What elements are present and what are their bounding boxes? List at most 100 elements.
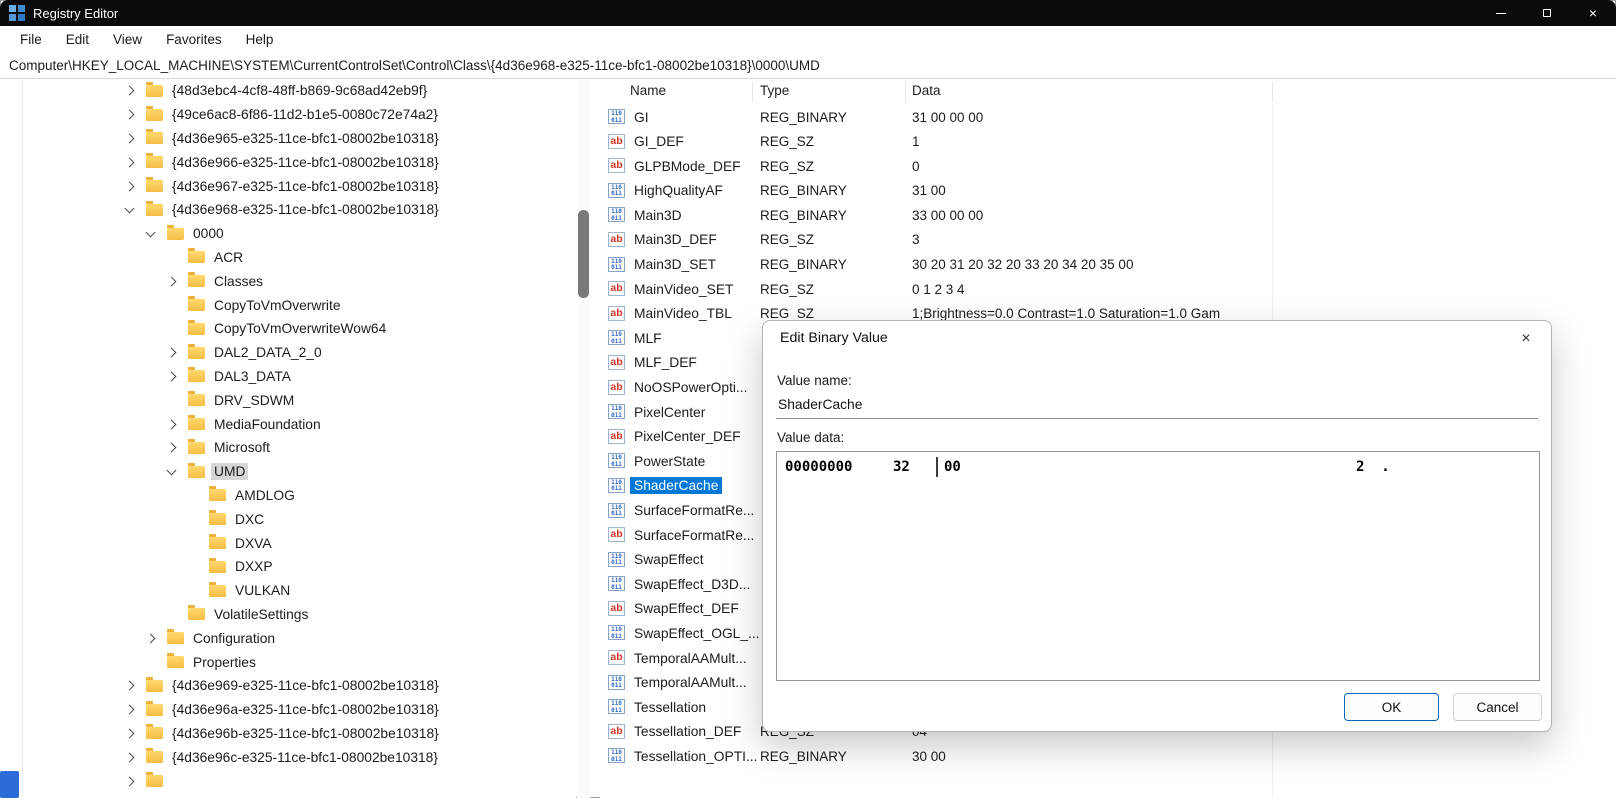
list-row[interactable]: abGI_DEFREG_SZ1 xyxy=(600,130,1616,155)
ok-button[interactable]: OK xyxy=(1344,693,1439,721)
tree-scrollbar-thumb[interactable] xyxy=(578,210,589,298)
tree-item[interactable]: {49ce6ac8-6f86-11d2-b1e5-0080c72e74a2} xyxy=(0,103,576,127)
tree-item[interactable]: Classes xyxy=(0,269,576,293)
tree-item[interactable]: {4d36e96a-e325-11ce-bfc1-08002be10318} xyxy=(0,698,576,722)
folder-icon xyxy=(146,751,163,763)
menu-item-help[interactable]: Help xyxy=(234,28,286,51)
value-data: 3 xyxy=(912,232,1610,247)
tree-item[interactable]: DXC xyxy=(0,507,576,531)
tree-item[interactable]: CopyToVmOverwrite xyxy=(0,293,576,317)
chevron-glyph xyxy=(125,110,135,120)
list-row[interactable]: abGLPBMode_DEFREG_SZ0 xyxy=(600,154,1616,179)
list-row[interactable]: abMain3D_DEFREG_SZ3 xyxy=(600,228,1616,253)
value-type: REG_SZ xyxy=(760,306,814,321)
dialog-close-button[interactable]: × xyxy=(1511,326,1541,352)
list-row[interactable]: 110 011Main3DREG_BINARY33 00 00 00 xyxy=(600,203,1616,228)
hex-byte: 00 xyxy=(944,459,961,475)
chevron-right-icon[interactable] xyxy=(126,159,146,166)
chevron-right-icon[interactable] xyxy=(126,730,146,737)
tree-item[interactable]: {4d36e966-e325-11ce-bfc1-08002be10318} xyxy=(0,150,576,174)
tree-item[interactable]: UMD xyxy=(0,460,576,484)
column-header-data[interactable]: Data xyxy=(912,83,941,98)
reg-binary-icon: 110 011 xyxy=(608,330,625,345)
chevron-right-icon[interactable] xyxy=(168,444,188,451)
tree-item[interactable]: Microsoft xyxy=(0,436,576,460)
folder-icon xyxy=(188,299,205,311)
chevron-right-icon[interactable] xyxy=(126,87,146,94)
close-button[interactable]: × xyxy=(1570,0,1616,26)
chevron-down-icon[interactable] xyxy=(126,208,146,212)
tree-item[interactable]: {4d36e969-e325-11ce-bfc1-08002be10318} xyxy=(0,674,576,698)
list-row[interactable]: 110 011Main3D_SETREG_BINARY30 20 31 20 3… xyxy=(600,253,1616,278)
tree-item[interactable]: VolatileSettings xyxy=(0,603,576,627)
tree-item[interactable]: VULKAN xyxy=(0,579,576,603)
value-type: REG_SZ xyxy=(760,134,814,149)
tree-item[interactable]: DAL3_DATA xyxy=(0,365,576,389)
tree-item[interactable]: {4d36e967-e325-11ce-bfc1-08002be10318} xyxy=(0,174,576,198)
folder-icon xyxy=(188,347,205,359)
tree-item[interactable]: {48d3ebc4-4cf8-48ff-b869-9c68ad42eb9f} xyxy=(0,79,576,103)
chevron-right-icon[interactable] xyxy=(126,706,146,713)
value-type: REG_SZ xyxy=(760,159,814,174)
tree-item[interactable]: {4d36e965-e325-11ce-bfc1-08002be10318} xyxy=(0,127,576,151)
menu-item-favorites[interactable]: Favorites xyxy=(154,28,234,51)
tree-item[interactable]: CopyToVmOverwriteWow64 xyxy=(0,317,576,341)
tree-item[interactable]: {4d36e968-e325-11ce-bfc1-08002be10318} xyxy=(0,198,576,222)
chevron-right-icon[interactable] xyxy=(168,421,188,428)
chevron-right-icon[interactable] xyxy=(126,111,146,118)
tree-item[interactable]: DRV_SDWM xyxy=(0,388,576,412)
tree-item[interactable]: DXVA xyxy=(0,531,576,555)
reg-sz-icon: ab xyxy=(608,380,625,395)
chevron-right-icon[interactable] xyxy=(147,635,167,642)
chevron-right-icon[interactable] xyxy=(168,349,188,356)
list-row[interactable]: 110 011HighQualityAFREG_BINARY31 00 xyxy=(600,179,1616,204)
tree-item[interactable]: ACR xyxy=(0,246,576,270)
column-header-name[interactable]: Name xyxy=(630,83,666,98)
chevron-glyph xyxy=(125,705,135,715)
tree-item[interactable]: Configuration xyxy=(0,626,576,650)
menu-item-file[interactable]: File xyxy=(8,28,54,51)
value-name: SwapEffect_DEF xyxy=(630,600,743,617)
chevron-right-icon[interactable] xyxy=(126,135,146,142)
value-name: Tessellation_OPTI... xyxy=(630,748,761,765)
hex-editor[interactable]: 00000000 3200 2 . xyxy=(776,451,1540,681)
reg-binary-icon: 110 011 xyxy=(608,478,625,493)
tree-item[interactable]: {4d36e96b-e325-11ce-bfc1-08002be10318} xyxy=(0,722,576,746)
chevron-down-icon[interactable] xyxy=(168,470,188,474)
chevron-right-icon[interactable] xyxy=(126,183,146,190)
tree-item[interactable]: {4d36e96c-e325-11ce-bfc1-08002be10318} xyxy=(0,745,576,769)
cancel-button[interactable]: Cancel xyxy=(1453,693,1542,721)
tree-item[interactable]: Properties xyxy=(0,650,576,674)
tree-item[interactable] xyxy=(0,769,576,793)
minimize-button[interactable] xyxy=(1478,0,1524,26)
chevron-down-icon[interactable] xyxy=(147,232,167,236)
chevron-glyph xyxy=(167,348,177,358)
chevron-right-icon[interactable] xyxy=(168,373,188,380)
chevron-right-icon[interactable] xyxy=(168,278,188,285)
tree-item-label: Properties xyxy=(190,654,259,671)
tree-item-label: {4d36e965-e325-11ce-bfc1-08002be10318} xyxy=(169,130,442,147)
chevron-right-icon[interactable] xyxy=(126,754,146,761)
value-name-field[interactable]: ShaderCache xyxy=(776,391,1538,419)
value-name: GI xyxy=(630,109,653,126)
address-bar[interactable]: Computer\HKEY_LOCAL_MACHINE\SYSTEM\Curre… xyxy=(0,53,1616,79)
tree-item-label xyxy=(169,780,175,782)
list-row[interactable]: 110 011GIREG_BINARY31 00 00 00 xyxy=(600,105,1616,130)
tree-item-label: AMDLOG xyxy=(232,487,298,504)
tree-scrollbar[interactable] xyxy=(577,79,590,798)
tree-item[interactable]: MediaFoundation xyxy=(0,412,576,436)
menu-item-view[interactable]: View xyxy=(101,28,154,51)
list-row[interactable]: 110 011Tessellation_OPTI...REG_BINARY30 … xyxy=(600,744,1616,769)
menu-item-edit[interactable]: Edit xyxy=(54,28,101,51)
tree-item[interactable]: 0000 xyxy=(0,222,576,246)
chevron-right-icon[interactable] xyxy=(126,682,146,689)
restore-button[interactable] xyxy=(1524,0,1570,26)
reg-binary-icon: 110 011 xyxy=(608,109,625,124)
tree-item[interactable]: DAL2_DATA_2_0 xyxy=(0,341,576,365)
column-header-type[interactable]: Type xyxy=(760,83,789,98)
chevron-right-icon[interactable] xyxy=(126,778,146,785)
tree-item[interactable]: AMDLOG xyxy=(0,484,576,508)
tree-item[interactable]: DXXP xyxy=(0,555,576,579)
app-icon-pixel xyxy=(9,14,16,21)
list-row[interactable]: abMainVideo_SETREG_SZ0 1 2 3 4 xyxy=(600,277,1616,302)
